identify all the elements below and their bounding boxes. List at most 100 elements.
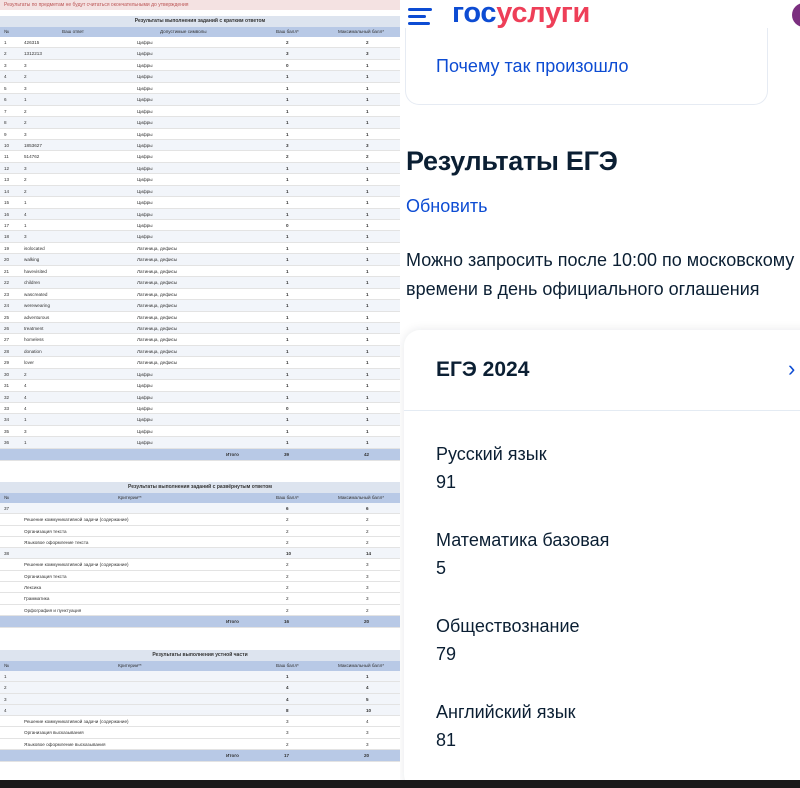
cell-num: 12 [4,165,10,171]
cell-score: 1 [286,257,289,263]
cell-answer: 1 [24,97,27,103]
cell-allowed: Латиница, дефисы [137,257,178,263]
cell-allowed: Цифры [137,211,153,217]
criterion-row: Лексика 2 3 [0,582,400,594]
cell-answer: lover [24,360,34,366]
cell-score: 2 [286,573,289,579]
menu-icon[interactable] [408,6,432,26]
header-num: № [4,663,9,668]
cell-max: 2 [366,607,369,613]
criterion-row: Организация высказывания 3 3 [0,727,400,739]
cell-max: 3 [366,573,369,579]
refresh-link[interactable]: Обновить [406,196,488,217]
cell-allowed: Цифры [137,200,153,206]
oral-part-section: Результаты выполнения устной части № Кри… [0,650,400,763]
cell-num: 23 [4,291,10,297]
cell-answer: children [24,280,41,286]
table-row: 3 4 5 [0,693,400,705]
cell-score: 4 [286,685,289,691]
cell-num: 8 [4,120,7,126]
cell-num: 6 [4,97,7,103]
cell-answer: adventurous [24,314,50,320]
cell-num: 33 [4,406,10,411]
cell-num: 7 [4,108,7,114]
cell-answer: 1312213 [24,51,42,57]
criterion-row: Языковое оформление высказывания 2 3 [0,738,400,751]
cell-score: 1 [286,337,289,343]
cell-max: 6 [366,506,369,511]
cell-criterion: Орфография и пунктуация [24,607,82,613]
cell-num: 32 [4,394,10,400]
cell-score: 1 [286,200,289,206]
cell-max: 4 [366,685,369,691]
subject-name: Математика базовая [436,530,610,550]
screenshot-collage: Результаты по предметам не будут считать… [0,0,800,788]
avatar[interactable] [792,3,800,27]
cell-score: 1 [286,325,289,331]
cell-score: 1 [286,188,289,194]
cell-max: 1 [366,245,369,251]
cell-max: 1 [366,200,369,206]
cell-allowed: Латиница, дефисы [137,268,178,274]
cell-score: 10 [286,551,292,557]
cell-max: 1 [366,383,369,389]
cell-answer: 1853627 [24,142,42,148]
cell-num: 29 [4,360,10,366]
table-row: 12 3 Цифры 1 1 [0,162,400,175]
header-max: Максимальный балл* [338,495,385,500]
cell-criterion: Решение коммуникативной задачи (содержан… [24,562,129,568]
cell-max: 1 [366,406,369,411]
cell-max: 3 [366,142,369,148]
cell-num: 25 [4,314,10,320]
cell-max: 1 [366,394,369,400]
cell-score: 1 [286,74,289,80]
table-row: 18 3 Цифры 1 1 [0,231,400,243]
cell-max: 1 [366,303,369,309]
total-score: 16 [284,618,290,624]
table-row: 17 1 Цифры 0 1 [0,220,400,232]
cell-num: 31 [4,383,10,389]
table-row: 26 treatment Латиница, дефисы 1 1 [0,322,400,335]
cell-allowed: Цифры [137,97,153,103]
cell-num: 9 [4,131,7,137]
cell-max: 2 [366,528,369,534]
header-allowed: Допустимые символы [160,29,207,34]
page-title: Результаты ЕГЭ [406,146,618,176]
subject-name: Английский язык [436,702,576,722]
table-row: 30 2 Цифры 1 1 [0,368,400,381]
cell-score: 2 [286,596,289,602]
cell-max: 1 [366,417,369,423]
cell-max: 1 [366,257,369,263]
cell-answer: 1 [24,440,27,446]
cell-allowed: Цифры [137,406,153,411]
cell-max: 1 [366,428,369,434]
total-max: 42 [364,451,370,457]
cell-allowed: Цифры [137,131,153,137]
gosuslugi-app-panel: госуслуги Почему так произошло Результат… [400,0,800,780]
cell-allowed: Латиница, дефисы [137,325,178,331]
cell-answer: treatment [24,325,44,331]
cell-max: 3 [366,562,369,568]
cell-allowed: Цифры [137,234,153,240]
cell-max: 1 [366,280,369,286]
cell-answer: 3 [24,85,27,91]
why-link[interactable]: Почему так произошло [436,56,629,77]
cell-answer: wascreated [24,291,48,297]
table-row: 1 426315 Цифры 2 2 [0,37,400,49]
cell-score: 1 [286,131,289,137]
table-row: 31 4 Цифры 1 1 [0,380,400,392]
cell-max: 1 [366,234,369,240]
table-row: 23 wascreated Латиница, дефисы 1 1 [0,289,400,301]
cell-score: 1 [286,97,289,103]
oral-part-rows: 1 1 1 2 4 4 3 4 5 4 8 10 Решение коммуникативной зад… [0,671,400,763]
cell-max: 2 [366,539,369,545]
chevron-right-icon[interactable]: › [788,356,795,382]
long-answer-table-header: № Критерии** Ваш балл* Максимальный балл… [0,493,400,503]
cell-num: 17 [4,223,10,228]
table-row: 8 2 Цифры 1 1 [0,117,400,129]
cell-max: 1 [366,131,369,137]
cell-score: 1 [286,394,289,400]
gosuslugi-logo[interactable]: госуслуги [452,0,590,30]
criterion-row: Организация текста 2 3 [0,570,400,583]
cell-num: 5 [4,85,7,91]
